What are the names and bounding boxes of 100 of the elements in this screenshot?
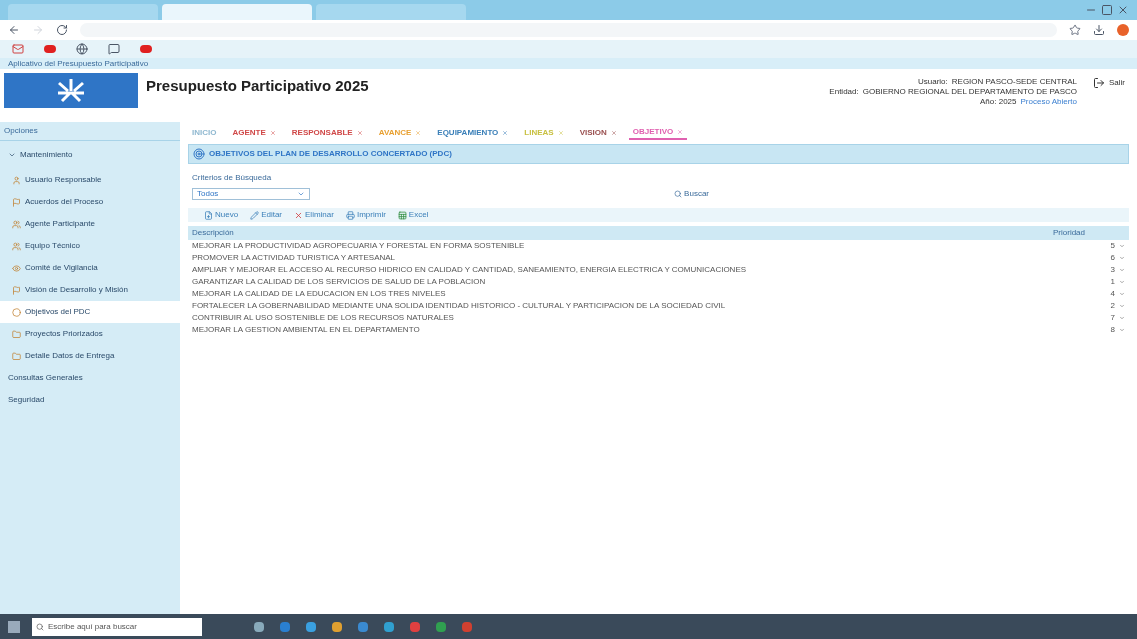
- target-icon: [193, 148, 205, 160]
- table-cell: 4: [1110, 288, 1115, 300]
- table-cell: CONTRIBUIR AL USO SOSTENIBLE DE LOS RECURSOS NATURALES: [192, 312, 454, 324]
- close-icon[interactable]: [1117, 4, 1129, 16]
- page-banner: Aplicativo del Presupuesto Participativo: [0, 58, 1137, 69]
- search-placeholder: Escribe aquí para buscar: [48, 620, 137, 633]
- taskbar-app-icon[interactable]: [462, 621, 472, 632]
- forward-icon[interactable]: [32, 24, 44, 36]
- table-cell: 2: [1110, 300, 1115, 312]
- taskbar-app-icon[interactable]: [358, 621, 368, 632]
- sidebar-item[interactable]: Detalle Datos de Entrega: [0, 345, 180, 367]
- filter-select[interactable]: Todos: [192, 188, 310, 200]
- taskbar-app-icon[interactable]: [280, 621, 290, 632]
- mail-icon[interactable]: [12, 43, 24, 55]
- close-tab-icon[interactable]: [610, 130, 617, 136]
- table-cell: PROMOVER LA ACTIVIDAD TURISTICA Y ARTESANAL: [192, 252, 396, 264]
- table-cell: MEJORAR LA CALIDAD DE LA EDUCACION EN LOS TRES NIVELES: [192, 288, 446, 300]
- session-value: REGION PASCO-SEDE CENTRAL: [951, 77, 1077, 87]
- menu-item-icon: [12, 197, 21, 207]
- taskbar-app-icon[interactable]: [436, 621, 446, 632]
- reload-icon[interactable]: [56, 24, 68, 36]
- table-cell: 6: [1110, 252, 1115, 264]
- sidebar-item[interactable]: Equipo Técnico: [0, 235, 180, 257]
- video-icon[interactable]: [44, 45, 56, 53]
- star-icon[interactable]: [1069, 24, 1081, 36]
- globe-icon[interactable]: [76, 43, 88, 55]
- logout-button[interactable]: Salir: [1093, 73, 1125, 89]
- table-cell: 3: [1110, 264, 1115, 276]
- sidebar-item[interactable]: Proyectos Priorizados: [0, 323, 180, 345]
- process-status: Proceso Abierto: [1020, 97, 1077, 107]
- menu-item-icon: [12, 175, 21, 185]
- menu-item-icon: [12, 263, 21, 273]
- table-cell: MEJORAR LA GESTION AMBIENTAL EN EL DEPARTAMENTO: [192, 324, 420, 336]
- sidebar-item[interactable]: Agente Participante: [0, 213, 180, 235]
- taskbar-app-icon[interactable]: [254, 621, 264, 632]
- close-tab-icon[interactable]: [356, 130, 363, 136]
- column-header[interactable]: Descripción: [192, 227, 234, 239]
- menu-item-icon: [12, 307, 21, 317]
- sidebar-item[interactable]: Acuerdos del Proceso: [0, 191, 180, 213]
- new-icon: [204, 210, 213, 220]
- excel-icon: [397, 210, 407, 220]
- page-title: Presupuesto Participativo 2025: [146, 76, 369, 96]
- sidebar-item[interactable]: Visión de Desarrollo y Misión: [0, 279, 180, 301]
- close-tab-icon[interactable]: [269, 130, 276, 136]
- module-tab[interactable]: AGENTE: [228, 127, 280, 139]
- sidebar-title: Opciones: [0, 122, 180, 141]
- start-icon[interactable]: [8, 620, 20, 633]
- module-tab[interactable]: VISION: [575, 127, 621, 139]
- taskbar-app-icon[interactable]: [332, 621, 342, 632]
- close-tab-icon[interactable]: [557, 130, 564, 136]
- download-icon[interactable]: [1093, 24, 1105, 36]
- session-label: Entidad:: [829, 87, 859, 97]
- logout-icon: [1093, 77, 1105, 89]
- sidebar-item[interactable]: Comité de Vigilancia: [0, 257, 180, 279]
- module-tab[interactable]: OBJETIVO: [628, 126, 688, 140]
- taskbar-search-field[interactable]: Escribe aquí para buscar: [32, 617, 202, 636]
- toolbar-button[interactable]: Excel: [397, 209, 429, 221]
- table-cell: FORTALECER LA GOBERNABILIDAD MEDIANTE UNA SOLIDA IDENTIDAD HISTORICO - CULTURAL Y PARTICIPACION DE LA SOCIEDAD CIVIL: [192, 300, 726, 312]
- menu-item-icon: [12, 351, 21, 361]
- process-year: Año: 2025: [980, 97, 1017, 107]
- taskbar-app-icon[interactable]: [384, 621, 394, 632]
- tree-group[interactable]: Mantenimiento: [0, 141, 180, 169]
- menu-item-icon: [12, 285, 21, 295]
- taskbar-app-icon[interactable]: [410, 621, 420, 632]
- module-tab[interactable]: RESPONSABLE: [287, 127, 367, 139]
- module-tab[interactable]: EQUIPAMIENTO: [433, 127, 513, 139]
- toolbar-button[interactable]: Nuevo: [204, 209, 239, 221]
- video-icon[interactable]: [140, 45, 152, 53]
- sidebar-item[interactable]: Usuario Responsable: [0, 169, 180, 191]
- close-tab-icon[interactable]: [502, 130, 509, 136]
- menu-item-icon: [12, 241, 21, 251]
- menu-item-icon: [12, 219, 21, 229]
- sidebar-item[interactable]: Seguridad: [0, 389, 180, 411]
- sidebar-item[interactable]: Consultas Generales: [0, 367, 180, 389]
- column-header[interactable]: Prioridad: [1053, 227, 1085, 239]
- toolbar-button[interactable]: Imprimir: [345, 209, 386, 221]
- delete-icon: [294, 210, 304, 220]
- table-cell: GARANTIZAR LA CALIDAD DE LOS SERVICIOS DE SALUD DE LA POBLACION: [192, 276, 486, 288]
- menu-item-icon: [12, 329, 21, 339]
- table-cell: AMPLIAR Y MEJORAR EL ACCESO AL RECURSO HIDRICO EN CALIDAD Y CANTIDAD, SANEAMIENTO, ENERGIA ELECTRICA Y COMUNICACIONES: [192, 264, 747, 276]
- table-cell: MEJORAR LA PRODUCTIVIDAD AGROPECUARIA Y FORESTAL EN FORMA SOSTENIBLE: [192, 240, 525, 252]
- maximize-icon[interactable]: [1101, 4, 1113, 16]
- session-value: GOBIERNO REGIONAL DEL DEPARTAMENTO DE PASCO: [862, 87, 1077, 97]
- search-button[interactable]: Buscar: [674, 188, 709, 200]
- panel-title: OBJETIVOS DEL PLAN DE DESARROLLO CONCERTADO (PDC): [209, 148, 452, 160]
- group-label: Mantenimiento: [20, 149, 73, 161]
- taskbar-app-icon[interactable]: [306, 621, 316, 632]
- toolbar-button[interactable]: Editar: [250, 209, 283, 221]
- profile-avatar[interactable]: [1117, 24, 1129, 36]
- table-cell: 1: [1110, 276, 1115, 288]
- table-cell: 5: [1110, 240, 1115, 252]
- criteria-label: Criterios de Búsqueda: [192, 172, 273, 184]
- back-icon[interactable]: [8, 24, 20, 36]
- close-tab-icon[interactable]: [677, 129, 684, 135]
- edit-icon: [250, 210, 260, 220]
- chat-icon[interactable]: [108, 43, 120, 55]
- sidebar-item[interactable]: Objetivos del PDC: [0, 301, 180, 323]
- search-icon: [674, 190, 683, 198]
- close-tab-icon[interactable]: [415, 130, 422, 136]
- toolbar-button[interactable]: Eliminar: [294, 209, 334, 221]
